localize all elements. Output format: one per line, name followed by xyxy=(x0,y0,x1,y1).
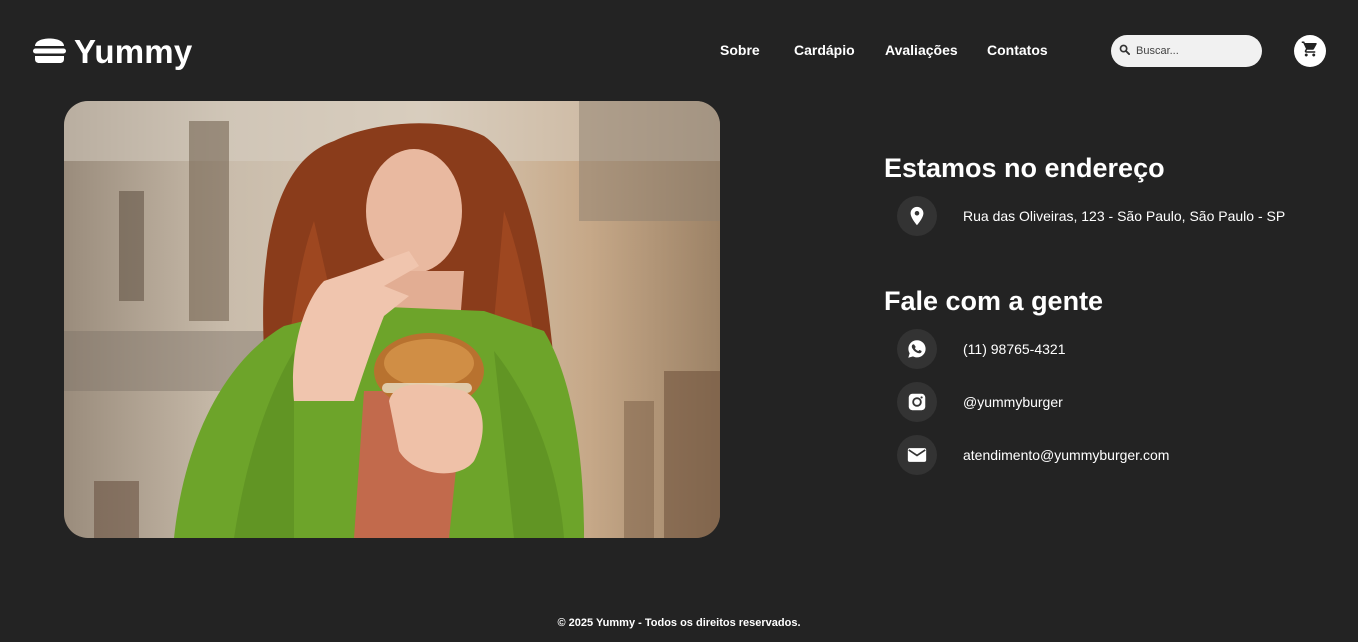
address-text: Rua das Oliveiras, 123 - São Paulo, São … xyxy=(963,208,1286,224)
contact-item-whatsapp[interactable]: (11) 98765-4321 xyxy=(897,329,1065,369)
cart-icon xyxy=(1301,40,1319,63)
nav-link-sobre[interactable]: Sobre xyxy=(720,42,760,58)
mail-icon xyxy=(897,435,937,475)
instagram-text: @yummyburger xyxy=(963,394,1063,410)
email-text: atendimento@yummyburger.com xyxy=(963,447,1170,463)
nav-link-cardapio[interactable]: Cardápio xyxy=(794,42,855,58)
hero-photo xyxy=(64,101,720,538)
address-row: Rua das Oliveiras, 123 - São Paulo, São … xyxy=(897,196,1285,236)
search-icon xyxy=(1119,42,1130,60)
search-box[interactable] xyxy=(1111,35,1262,67)
contact-item-email[interactable]: atendimento@yummyburger.com xyxy=(897,435,1169,475)
location-pin-icon xyxy=(897,196,937,236)
search-input[interactable] xyxy=(1134,44,1253,58)
address-title: Estamos no endereço xyxy=(884,153,1165,183)
nav-link-contatos[interactable]: Contatos xyxy=(987,42,1048,58)
nav-link-avaliacoes[interactable]: Avaliações xyxy=(885,42,958,58)
instagram-icon xyxy=(897,382,937,422)
footer-copyright: © 2025 Yummy - Todos os direitos reserva… xyxy=(557,617,801,629)
whatsapp-icon xyxy=(897,329,937,369)
cart-button[interactable] xyxy=(1294,35,1326,67)
contact-item-instagram[interactable]: @yummyburger xyxy=(897,382,1063,422)
contact-title: Fale com a gente xyxy=(884,286,1104,316)
contact-page: Yummy Sobre Cardápio Avaliações Contatos xyxy=(0,0,1358,642)
whatsapp-text: (11) 98765-4321 xyxy=(963,341,1066,357)
